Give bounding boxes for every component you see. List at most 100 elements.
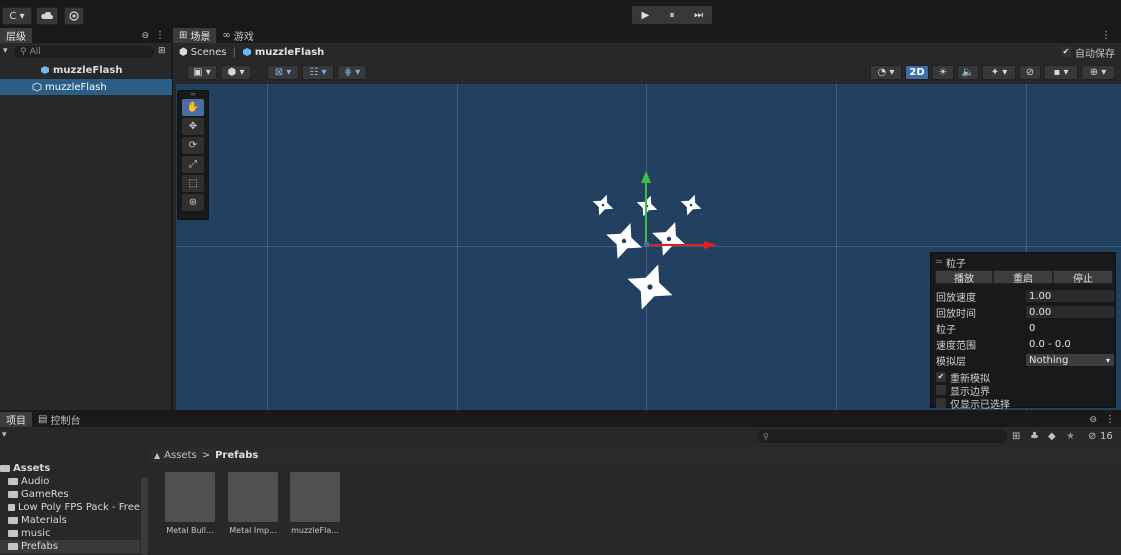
- playback-time-field[interactable]: 0.00: [1026, 306, 1114, 318]
- tab-game[interactable]: ∞ 游戏: [216, 28, 259, 43]
- visibility-toggle[interactable]: ⊘: [1019, 65, 1041, 80]
- auto-save-checkbox[interactable]: ✔: [1061, 47, 1071, 57]
- asset-thumbnail: [165, 472, 215, 522]
- folder-icon: [8, 504, 15, 511]
- project-asset-grid: ▲ Assets > Prefabs Metal Bull... Metal I…: [150, 447, 1121, 555]
- pivot-dropdown[interactable]: ⊠ ▾: [267, 65, 299, 80]
- global-dropdown[interactable]: ☷ ▾: [302, 65, 334, 80]
- particle-panel-title: 粒子: [946, 258, 967, 270]
- folder-music[interactable]: music: [0, 527, 140, 540]
- show-bounds-checkbox[interactable]: [936, 385, 946, 395]
- hierarchy-search-input[interactable]: ⚲ All: [14, 46, 154, 58]
- breadcrumb-scenes[interactable]: Scenes: [191, 47, 227, 58]
- hierarchy-item-selected[interactable]: muzzleFlash: [0, 79, 172, 95]
- tab-project[interactable]: 项目: [0, 412, 32, 427]
- breadcrumb-prefabs[interactable]: Prefabs: [215, 450, 258, 461]
- tree-scrollbar[interactable]: [141, 477, 148, 555]
- grid-icon: ⊞: [179, 30, 188, 41]
- folder-gameres[interactable]: GameRes: [0, 488, 140, 501]
- shading-dropdown[interactable]: ◔ ▾: [870, 65, 902, 80]
- lock-icon[interactable]: ⊖: [141, 31, 149, 41]
- favorite-star-icon[interactable]: ★: [1066, 431, 1075, 442]
- stop-particle-label: 停止: [1073, 273, 1093, 285]
- drag-handle-icon[interactable]: ═: [178, 90, 208, 99]
- folder-label: music: [21, 528, 51, 539]
- tab-console[interactable]: ▤ 控制台: [32, 412, 86, 427]
- lock-icon[interactable]: ⊖: [1089, 415, 1097, 425]
- scale-tool-button[interactable]: ⤢: [182, 156, 204, 173]
- simulate-layers-dropdown[interactable]: Nothing ▾: [1026, 354, 1114, 366]
- camera-dropdown[interactable]: ▪ ▾: [1044, 65, 1078, 80]
- draw-mode-dropdown[interactable]: ▣ ▾: [187, 65, 217, 80]
- asset-item[interactable]: Metal Bull...: [162, 472, 218, 535]
- tab-scene[interactable]: ⊞ 场景: [173, 28, 217, 43]
- asset-label: Metal Imp...: [229, 526, 277, 535]
- pause-button[interactable]: ⏸: [659, 6, 686, 24]
- play-button[interactable]: ▶: [632, 6, 659, 24]
- more-icon[interactable]: ⋮: [155, 30, 165, 41]
- collapse-arrow-icon[interactable]: ▲: [154, 451, 160, 460]
- snap-dropdown[interactable]: ⋕ ▾: [337, 65, 367, 80]
- resimulate-checkbox[interactable]: ✔: [936, 372, 946, 382]
- particle-stars-graphic: [588, 171, 717, 318]
- collab-button[interactable]: [64, 7, 84, 25]
- account-dropdown[interactable]: C ▾: [2, 7, 32, 25]
- hand-tool-button[interactable]: ✋: [182, 99, 204, 116]
- rotate-tool-button[interactable]: ⟳: [182, 137, 204, 154]
- hierarchy-item-label: muzzleFlash: [45, 81, 107, 93]
- gizmos-dropdown[interactable]: ⊕ ▾: [1081, 65, 1115, 80]
- project-search-input[interactable]: ⚲: [757, 430, 1007, 443]
- folder-audio[interactable]: Audio: [0, 475, 140, 488]
- cloud-button[interactable]: [36, 7, 58, 25]
- show-selected-checkbox[interactable]: [936, 398, 946, 408]
- search-filter-icon[interactable]: ⊞: [158, 46, 166, 56]
- effects-dropdown[interactable]: ✦ ▾: [982, 65, 1016, 80]
- search-icon: ⚲: [20, 47, 27, 57]
- hierarchy-panel: 层级 ⊖ ⋮ ▾ ⚲ All ⊞ muzzleFlash muzzleFlash: [0, 28, 172, 410]
- create-dropdown-icon[interactable]: ▾: [2, 430, 7, 440]
- audio-toggle[interactable]: 🔈: [957, 65, 979, 80]
- folder-icon: [8, 543, 18, 550]
- folder-label: Audio: [21, 476, 50, 487]
- hidden-packages-icon[interactable]: ⊘: [1088, 431, 1096, 442]
- type-filter-icon[interactable]: ♣: [1030, 431, 1039, 442]
- folder-assets[interactable]: Assets: [0, 462, 140, 475]
- create-dropdown-icon[interactable]: ▾: [3, 46, 8, 56]
- step-button[interactable]: ⏭: [685, 6, 712, 24]
- tab-hierarchy[interactable]: 层级: [0, 28, 32, 43]
- play-particle-button[interactable]: 播放: [935, 270, 993, 285]
- asset-item[interactable]: muzzleFla...: [287, 472, 343, 535]
- folder-icon: [0, 465, 10, 472]
- transform-tool-button[interactable]: ⊛: [182, 194, 204, 211]
- label-filter-icon[interactable]: ◆: [1048, 431, 1056, 442]
- rect-tool-button[interactable]: ⬚: [182, 175, 204, 192]
- asset-item[interactable]: Metal Imp...: [225, 472, 281, 535]
- more-icon[interactable]: ⋮: [1101, 30, 1111, 41]
- more-icon[interactable]: ⋮: [1105, 414, 1115, 425]
- search-filter-icon[interactable]: ⊞: [1012, 431, 1020, 442]
- drag-handle-icon[interactable]: ═: [936, 257, 942, 268]
- chevron-down-icon: ▾: [1105, 355, 1110, 365]
- breadcrumb-assets[interactable]: Assets: [164, 450, 197, 461]
- particle-panel-header: ═ 粒子: [936, 255, 1116, 270]
- folder-materials[interactable]: Materials: [0, 514, 140, 527]
- breadcrumb-prefab[interactable]: muzzleFlash: [255, 47, 324, 58]
- lighting-toggle[interactable]: ☀: [932, 65, 954, 80]
- stop-particle-button[interactable]: 停止: [1053, 270, 1113, 285]
- restart-particle-button[interactable]: 重启: [993, 270, 1053, 285]
- render-dropdown[interactable]: ⬢ ▾: [221, 65, 251, 80]
- show-selected-row[interactable]: 仅显示已选择: [936, 396, 1116, 411]
- project-panel: 项目 ▤ 控制台 ⊖ ⋮ ▾ ⚲ ⊞ ♣ ◆ ★ ⊘ 16 Assets Aud…: [0, 411, 1121, 555]
- hierarchy-item-scene-root[interactable]: muzzleFlash: [0, 62, 172, 78]
- playback-speed-field[interactable]: 1.00: [1026, 290, 1114, 302]
- project-toolbar: ▾ ⚲ ⊞ ♣ ◆ ★ ⊘ 16: [0, 427, 1121, 447]
- cloud-icon: [41, 12, 53, 19]
- move-tool-button[interactable]: ✥: [182, 118, 204, 135]
- folder-prefabs[interactable]: Prefabs: [0, 540, 140, 553]
- simulate-layers-value: Nothing: [1029, 354, 1069, 366]
- project-tabbar: 项目 ▤ 控制台 ⊖ ⋮: [0, 412, 1121, 427]
- breadcrumb-separator: >: [201, 449, 211, 461]
- play-particle-label: 播放: [954, 273, 974, 285]
- folder-low-poly-fps[interactable]: Low Poly FPS Pack - Free: [0, 501, 140, 514]
- toggle-2d-button[interactable]: 2D: [905, 65, 929, 80]
